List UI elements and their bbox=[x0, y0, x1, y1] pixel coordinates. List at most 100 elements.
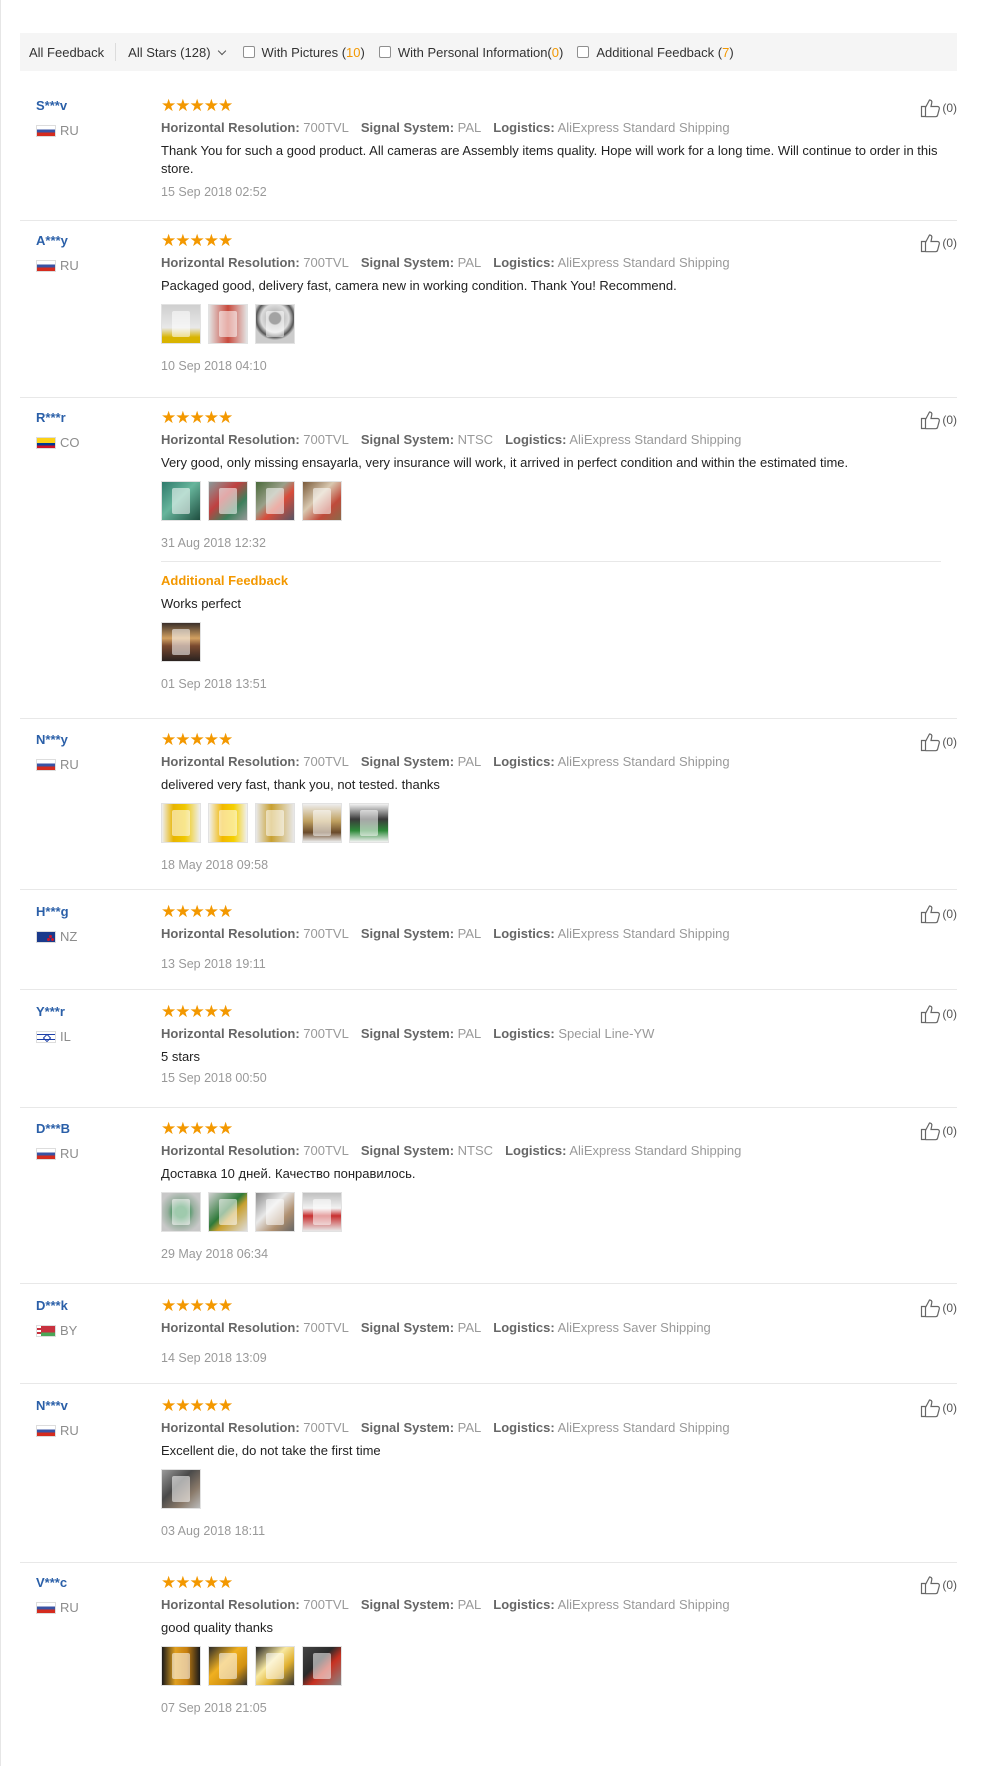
thumbs-up-icon bbox=[921, 733, 941, 752]
like-count: (0) bbox=[942, 236, 957, 250]
with-personal-info-checkbox[interactable] bbox=[378, 46, 391, 58]
order-info: Horizontal Resolution: 700TVL Signal Syst… bbox=[161, 255, 730, 270]
additional-feedback-checkbox[interactable] bbox=[577, 46, 590, 58]
review-photos bbox=[161, 803, 941, 843]
review-photo[interactable] bbox=[302, 803, 342, 843]
review-text: delivered very fast, thank you, not test… bbox=[161, 777, 440, 792]
all-feedback-tab[interactable]: All Feedback bbox=[20, 45, 113, 60]
review-photo[interactable] bbox=[161, 803, 201, 843]
review-photo[interactable] bbox=[255, 481, 295, 521]
review-photo[interactable] bbox=[161, 1469, 201, 1509]
review-photo[interactable] bbox=[302, 1646, 342, 1686]
reviewer-name[interactable]: S***v bbox=[36, 97, 79, 114]
like-button[interactable]: (0) bbox=[920, 410, 957, 430]
reviewer: S***v RU bbox=[36, 97, 79, 138]
star-filter-dropdown[interactable]: All Stars (128) bbox=[128, 44, 226, 60]
reviewer: N***v RU bbox=[36, 1397, 79, 1438]
review-photo[interactable] bbox=[255, 1192, 295, 1232]
star-rating: ★★★★★ bbox=[161, 408, 233, 427]
flag-russia-icon bbox=[36, 259, 56, 272]
order-info: Horizontal Resolution: 700TVL Signal Syst… bbox=[161, 754, 730, 769]
like-button[interactable]: (0) bbox=[920, 732, 957, 752]
additional-feedback-text: Works perfect bbox=[161, 596, 241, 611]
reviewer-name[interactable]: D***B bbox=[36, 1120, 79, 1137]
review-date: 03 Aug 2018 18:11 bbox=[161, 1524, 266, 1538]
chevron-down-icon bbox=[217, 46, 226, 55]
like-button[interactable]: (0) bbox=[920, 1298, 957, 1318]
like-count: (0) bbox=[942, 1578, 957, 1592]
review-item: N***y RU ★★★★★ Horizontal Resolution: 70… bbox=[20, 731, 957, 890]
flag-israel-icon bbox=[36, 1030, 56, 1043]
like-button[interactable]: (0) bbox=[920, 1121, 957, 1141]
review-item: S***v RU ★★★★★ Horizontal Resolution: 70… bbox=[20, 97, 957, 221]
review-photo[interactable] bbox=[161, 1192, 201, 1232]
order-info: Horizontal Resolution: 700TVL Signal Syst… bbox=[161, 1420, 730, 1435]
review-photo[interactable] bbox=[208, 803, 248, 843]
review-date: 18 May 2018 09:58 bbox=[161, 858, 269, 872]
like-button[interactable]: (0) bbox=[920, 1575, 957, 1595]
thumbs-up-icon bbox=[921, 1299, 941, 1318]
thumbs-up-icon bbox=[921, 905, 941, 924]
star-rating: ★★★★★ bbox=[161, 1296, 233, 1315]
like-count: (0) bbox=[942, 1124, 957, 1138]
reviewer-country: RU bbox=[36, 1146, 79, 1161]
like-count: (0) bbox=[942, 1401, 957, 1415]
reviewer-name[interactable]: R***r bbox=[36, 409, 80, 426]
with-pictures-filter[interactable]: With Pictures (10) bbox=[242, 44, 365, 60]
review-photos bbox=[161, 304, 941, 344]
reviewer: A***y RU bbox=[36, 232, 79, 273]
like-button[interactable]: (0) bbox=[920, 233, 957, 253]
star-rating: ★★★★★ bbox=[161, 1002, 233, 1021]
reviewer: D***k BY bbox=[36, 1297, 77, 1338]
review-body: ★★★★★ Horizontal Resolution: 700TVL Signa… bbox=[161, 1003, 941, 1086]
like-button[interactable]: (0) bbox=[920, 904, 957, 924]
like-count: (0) bbox=[942, 1007, 957, 1021]
additional-feedback-filter[interactable]: Additional Feedback (7) bbox=[577, 45, 734, 60]
review-photo[interactable] bbox=[255, 1646, 295, 1686]
reviewer-name[interactable]: A***y bbox=[36, 232, 79, 249]
review-photo[interactable] bbox=[208, 304, 248, 344]
additional-feedback-section: Additional Feedback Works perfect 01 Sep… bbox=[161, 561, 941, 692]
review-photo[interactable] bbox=[208, 481, 248, 521]
reviewer-name[interactable]: H***g bbox=[36, 903, 77, 920]
review-photo[interactable] bbox=[161, 1646, 201, 1686]
like-button[interactable]: (0) bbox=[920, 1398, 957, 1418]
review-photo[interactable] bbox=[349, 803, 389, 843]
reviewer-name[interactable]: V***c bbox=[36, 1574, 79, 1591]
review-body: ★★★★★ Horizontal Resolution: 700TVL Signa… bbox=[161, 731, 941, 873]
like-button[interactable]: (0) bbox=[920, 1004, 957, 1024]
star-filter-label: All Stars (128) bbox=[128, 44, 211, 60]
thumbs-up-icon bbox=[921, 99, 941, 118]
review-photo[interactable] bbox=[208, 1646, 248, 1686]
reviewer-name[interactable]: N***y bbox=[36, 731, 79, 748]
with-pictures-label: With Pictures (10) bbox=[261, 44, 365, 60]
order-info: Horizontal Resolution: 700TVL Signal Syst… bbox=[161, 1320, 711, 1335]
review-photo[interactable] bbox=[161, 622, 201, 662]
star-rating: ★★★★★ bbox=[161, 730, 233, 749]
review-text: Very good, only missing ensayarla, very … bbox=[161, 455, 849, 470]
review-text: good quality thanks bbox=[161, 1620, 274, 1635]
review-item: R***r CO ★★★★★ Horizontal Resolution: 70… bbox=[20, 409, 957, 719]
flag-russia-icon bbox=[36, 1601, 56, 1614]
review-photo[interactable] bbox=[255, 803, 295, 843]
like-button[interactable]: (0) bbox=[920, 98, 957, 118]
with-pictures-checkbox[interactable] bbox=[242, 46, 255, 58]
reviewer-name[interactable]: D***k bbox=[36, 1297, 77, 1314]
review-photo[interactable] bbox=[302, 481, 342, 521]
reviewer-name[interactable]: Y***r bbox=[36, 1003, 71, 1020]
review-date: 10 Sep 2018 04:10 bbox=[161, 359, 267, 373]
review-photo[interactable] bbox=[161, 481, 201, 521]
flag-belarus-icon bbox=[36, 1324, 56, 1337]
review-photo[interactable] bbox=[161, 304, 201, 344]
reviewer-country: RU bbox=[36, 1423, 79, 1438]
reviewer: D***B RU bbox=[36, 1120, 79, 1161]
review-text: Excellent die, do not take the first tim… bbox=[161, 1443, 381, 1458]
review-photo[interactable] bbox=[255, 304, 295, 344]
review-photo[interactable] bbox=[302, 1192, 342, 1232]
reviewer-country: IL bbox=[36, 1029, 71, 1044]
star-rating: ★★★★★ bbox=[161, 1396, 233, 1415]
review-photo[interactable] bbox=[208, 1192, 248, 1232]
reviewer-name[interactable]: N***v bbox=[36, 1397, 79, 1414]
with-personal-info-filter[interactable]: With Personal Information(0) bbox=[378, 45, 563, 60]
review-body: ★★★★★ Horizontal Resolution: 700TVL Signa… bbox=[161, 1574, 941, 1716]
